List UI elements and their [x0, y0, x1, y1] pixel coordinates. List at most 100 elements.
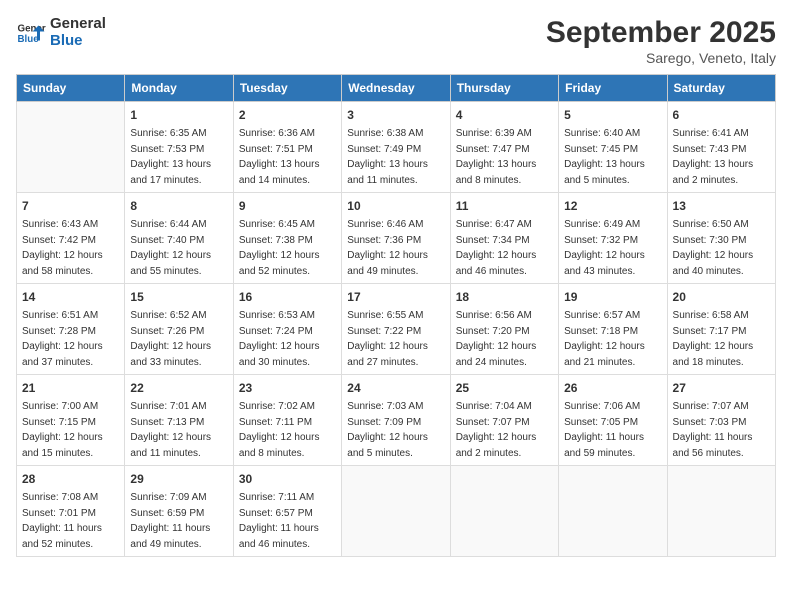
day-number: 3: [347, 106, 444, 124]
day-number: 27: [673, 379, 770, 397]
day-number: 20: [673, 288, 770, 306]
day-number: 10: [347, 197, 444, 215]
calendar-cell: 2 Sunrise: 6:36 AMSunset: 7:51 PMDaylight…: [233, 102, 341, 193]
day-number: 24: [347, 379, 444, 397]
day-info: Sunrise: 7:00 AMSunset: 7:15 PMDaylight:…: [22, 399, 119, 461]
day-info: Sunrise: 6:43 AMSunset: 7:42 PMDaylight:…: [22, 217, 119, 279]
weekday-header-wednesday: Wednesday: [342, 75, 450, 102]
day-info: Sunrise: 6:39 AMSunset: 7:47 PMDaylight:…: [456, 126, 553, 188]
week-row-3: 14Sunrise: 6:51 AMSunset: 7:28 PMDayligh…: [17, 284, 776, 375]
day-number: 18: [456, 288, 553, 306]
weekday-header-tuesday: Tuesday: [233, 75, 341, 102]
day-number: 12: [564, 197, 661, 215]
day-info: Sunrise: 6:45 AMSunset: 7:38 PMDaylight:…: [239, 217, 336, 279]
weekday-header-friday: Friday: [559, 75, 667, 102]
calendar-cell: 28 Sunrise: 7:08 AMSunset: 7:01 PMDayligh…: [17, 466, 125, 557]
day-info: Sunrise: 7:07 AMSunset: 7:03 PMDaylight:…: [673, 399, 770, 461]
day-number: 28: [22, 470, 119, 488]
day-info: Sunrise: 7:06 AMSunset: 7:05 PMDaylight:…: [564, 399, 661, 461]
day-info: Sunrise: 7:08 AMSunset: 7:01 PMDaylight:…: [22, 490, 119, 552]
day-info: Sunrise: 6:55 AMSunset: 7:22 PMDaylight:…: [347, 308, 444, 370]
day-info: Sunrise: 6:51 AMSunset: 7:28 PMDaylight:…: [22, 308, 119, 370]
calendar-cell: 27 Sunrise: 7:07 AMSunset: 7:03 PMDayligh…: [667, 375, 775, 466]
calendar-cell: 12 Sunrise: 6:49 AMSunset: 7:32 PMDayligh…: [559, 193, 667, 284]
day-info: Sunrise: 6:58 AMSunset: 7:17 PMDaylight:…: [673, 308, 770, 370]
weekday-header-monday: Monday: [125, 75, 233, 102]
day-number: 2: [239, 106, 336, 124]
day-number: 4: [456, 106, 553, 124]
calendar-cell: 10Sunrise: 6:46 AMSunset: 7:36 PMDayligh…: [342, 193, 450, 284]
day-number: 25: [456, 379, 553, 397]
calendar-cell: 3 Sunrise: 6:38 AMSunset: 7:49 PMDaylight…: [342, 102, 450, 193]
calendar-cell: 29 Sunrise: 7:09 AMSunset: 6:59 PMDayligh…: [125, 466, 233, 557]
weekday-header-thursday: Thursday: [450, 75, 558, 102]
calendar-cell: 9Sunrise: 6:45 AMSunset: 7:38 PMDaylight…: [233, 193, 341, 284]
day-number: 6: [673, 106, 770, 124]
calendar-cell: 8Sunrise: 6:44 AMSunset: 7:40 PMDaylight…: [125, 193, 233, 284]
day-info: Sunrise: 6:47 AMSunset: 7:34 PMDaylight:…: [456, 217, 553, 279]
calendar-cell: 23Sunrise: 7:02 AMSunset: 7:11 PMDayligh…: [233, 375, 341, 466]
calendar-cell: 7 Sunrise: 6:43 AMSunset: 7:42 PMDaylight…: [17, 193, 125, 284]
day-number: 19: [564, 288, 661, 306]
day-number: 11: [456, 197, 553, 215]
calendar-cell: [667, 466, 775, 557]
logo-icon: General Blue: [16, 18, 46, 48]
calendar-cell: 13 Sunrise: 6:50 AMSunset: 7:30 PMDayligh…: [667, 193, 775, 284]
day-info: Sunrise: 7:03 AMSunset: 7:09 PMDaylight:…: [347, 399, 444, 461]
day-info: Sunrise: 7:11 AMSunset: 6:57 PMDaylight:…: [239, 490, 336, 552]
month-title: September 2025: [546, 16, 776, 50]
day-info: Sunrise: 6:49 AMSunset: 7:32 PMDaylight:…: [564, 217, 661, 279]
day-info: Sunrise: 6:52 AMSunset: 7:26 PMDaylight:…: [130, 308, 227, 370]
calendar-cell: 6 Sunrise: 6:41 AMSunset: 7:43 PMDaylight…: [667, 102, 775, 193]
calendar-cell: 19 Sunrise: 6:57 AMSunset: 7:18 PMDayligh…: [559, 284, 667, 375]
calendar-cell: 26 Sunrise: 7:06 AMSunset: 7:05 PMDayligh…: [559, 375, 667, 466]
calendar-table: SundayMondayTuesdayWednesdayThursdayFrid…: [16, 74, 776, 557]
calendar-cell: 4 Sunrise: 6:39 AMSunset: 7:47 PMDaylight…: [450, 102, 558, 193]
page-header: General Blue General Blue September 2025…: [16, 16, 776, 66]
day-number: 30: [239, 470, 336, 488]
calendar-cell: 20 Sunrise: 6:58 AMSunset: 7:17 PMDayligh…: [667, 284, 775, 375]
calendar-cell: 24 Sunrise: 7:03 AMSunset: 7:09 PMDayligh…: [342, 375, 450, 466]
week-row-2: 7 Sunrise: 6:43 AMSunset: 7:42 PMDaylight…: [17, 193, 776, 284]
calendar-cell: 5Sunrise: 6:40 AMSunset: 7:45 PMDaylight…: [559, 102, 667, 193]
calendar-cell: 17Sunrise: 6:55 AMSunset: 7:22 PMDayligh…: [342, 284, 450, 375]
calendar-cell: [342, 466, 450, 557]
day-info: Sunrise: 6:50 AMSunset: 7:30 PMDaylight:…: [673, 217, 770, 279]
day-info: Sunrise: 6:35 AMSunset: 7:53 PMDaylight:…: [130, 126, 227, 188]
calendar-cell: 15Sunrise: 6:52 AMSunset: 7:26 PMDayligh…: [125, 284, 233, 375]
calendar-cell: 11 Sunrise: 6:47 AMSunset: 7:34 PMDayligh…: [450, 193, 558, 284]
calendar-cell: 25 Sunrise: 7:04 AMSunset: 7:07 PMDayligh…: [450, 375, 558, 466]
location-subtitle: Sarego, Veneto, Italy: [546, 50, 776, 66]
calendar-cell: 16 Sunrise: 6:53 AMSunset: 7:24 PMDayligh…: [233, 284, 341, 375]
day-info: Sunrise: 6:41 AMSunset: 7:43 PMDaylight:…: [673, 126, 770, 188]
title-area: September 2025 Sarego, Veneto, Italy: [546, 16, 776, 66]
day-number: 21: [22, 379, 119, 397]
week-row-4: 21 Sunrise: 7:00 AMSunset: 7:15 PMDayligh…: [17, 375, 776, 466]
calendar-cell: 1Sunrise: 6:35 AMSunset: 7:53 PMDaylight…: [125, 102, 233, 193]
calendar-cell: 18Sunrise: 6:56 AMSunset: 7:20 PMDayligh…: [450, 284, 558, 375]
logo-text: General Blue: [50, 16, 106, 49]
weekday-header-sunday: Sunday: [17, 75, 125, 102]
logo: General Blue General Blue: [16, 16, 106, 49]
day-info: Sunrise: 7:04 AMSunset: 7:07 PMDaylight:…: [456, 399, 553, 461]
week-row-1: 1Sunrise: 6:35 AMSunset: 7:53 PMDaylight…: [17, 102, 776, 193]
calendar-cell: 30 Sunrise: 7:11 AMSunset: 6:57 PMDayligh…: [233, 466, 341, 557]
day-number: 29: [130, 470, 227, 488]
day-number: 26: [564, 379, 661, 397]
calendar-cell: [450, 466, 558, 557]
day-info: Sunrise: 6:53 AMSunset: 7:24 PMDaylight:…: [239, 308, 336, 370]
day-info: Sunrise: 6:57 AMSunset: 7:18 PMDaylight:…: [564, 308, 661, 370]
weekday-header-row: SundayMondayTuesdayWednesdayThursdayFrid…: [17, 75, 776, 102]
calendar-cell: 14Sunrise: 6:51 AMSunset: 7:28 PMDayligh…: [17, 284, 125, 375]
day-number: 22: [130, 379, 227, 397]
day-number: 13: [673, 197, 770, 215]
day-info: Sunrise: 6:36 AMSunset: 7:51 PMDaylight:…: [239, 126, 336, 188]
day-number: 16: [239, 288, 336, 306]
calendar-cell: [17, 102, 125, 193]
calendar-cell: [559, 466, 667, 557]
week-row-5: 28 Sunrise: 7:08 AMSunset: 7:01 PMDayligh…: [17, 466, 776, 557]
day-number: 7: [22, 197, 119, 215]
day-info: Sunrise: 7:02 AMSunset: 7:11 PMDaylight:…: [239, 399, 336, 461]
day-info: Sunrise: 6:38 AMSunset: 7:49 PMDaylight:…: [347, 126, 444, 188]
day-info: Sunrise: 7:09 AMSunset: 6:59 PMDaylight:…: [130, 490, 227, 552]
